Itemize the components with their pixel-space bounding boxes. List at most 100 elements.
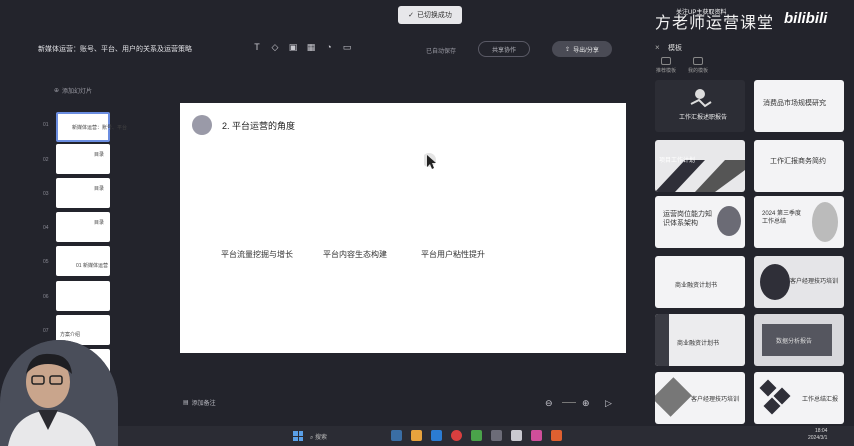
taskbar-search[interactable]: ⌕ 搜索 (310, 432, 327, 442)
chart-icon[interactable]: ◔ (323, 41, 335, 53)
thumb-text: 01 新媒体运营 (76, 263, 108, 269)
slide-decoration-circle (192, 115, 212, 135)
slide-thumbnail[interactable] (56, 281, 110, 311)
template-card[interactable]: 消费品市场规模研究 (754, 80, 844, 132)
slide-item[interactable]: 平台内容生态构建 (312, 249, 398, 261)
slide-thumbnail[interactable]: 01 新媒体运营 (56, 246, 110, 276)
template-card[interactable]: 数据分析报告 (754, 314, 844, 366)
slide-number: 01 (43, 122, 49, 128)
add-notes-button[interactable]: ▤ 添加备注 (183, 398, 216, 407)
template-card[interactable]: 商业融资计划书 (655, 314, 745, 366)
image-icon[interactable]: ▣ (287, 41, 299, 53)
template-title: 运营岗位能力知识体系架构 (663, 211, 712, 227)
close-icon[interactable]: × (655, 43, 660, 52)
shape-icon[interactable]: ◇ (269, 41, 281, 53)
slide-number: 04 (43, 225, 49, 231)
template-card[interactable]: 商业融资计划书 (655, 256, 745, 308)
notes-label: 添加备注 (191, 401, 216, 407)
runner-icon (690, 89, 712, 108)
text-icon[interactable]: T (251, 41, 263, 53)
zoom-in-icon[interactable]: ⊕ (582, 398, 590, 409)
slide-thumbnail[interactable]: 目录 (56, 212, 110, 242)
check-icon: ✓ (408, 12, 414, 19)
app-icon[interactable] (511, 430, 522, 441)
toast-text: 已切换成功 (416, 12, 452, 19)
template-card[interactable]: 工作汇报述职报告 (655, 80, 745, 132)
thumb-text: 新媒体运营：账号、平台 (72, 125, 128, 131)
zoom-out-icon[interactable]: ⊖ (545, 398, 553, 409)
decoration-shape (760, 264, 790, 300)
export-label: 导出/分享 (573, 47, 599, 54)
explorer-icon[interactable] (391, 430, 402, 441)
clock-time: 18:04 (814, 428, 828, 434)
system-clock[interactable]: 18:04 2024/3/1 (808, 428, 827, 442)
panel-title: 模板 (668, 45, 682, 52)
tab-recommended[interactable]: 推荐模板 (654, 57, 678, 74)
decoration-shape (717, 206, 741, 236)
decoration-shape (655, 160, 745, 192)
notes-icon: ▤ (183, 400, 189, 406)
template-title: 客户经理技巧培训 (790, 279, 839, 285)
search-icon: ⌕ (310, 435, 314, 441)
edge-icon[interactable] (431, 430, 442, 441)
mouse-cursor-icon (424, 153, 436, 169)
play-icon[interactable]: ▷ (605, 398, 612, 409)
tab-my-templates[interactable]: 我的模板 (684, 57, 712, 74)
slide-thumbnail[interactable]: 目录 (56, 178, 110, 208)
template-card[interactable]: 2024 第三季度工作总结 (754, 196, 844, 248)
thumb-text: 目录 (94, 220, 105, 226)
template-title: 商业融资计划书 (675, 283, 718, 289)
tab-label: 我的模板 (687, 68, 708, 74)
app-icon[interactable] (531, 430, 542, 441)
thumb-text: 方案介绍 (60, 332, 81, 338)
slide-thumbnail[interactable]: 新媒体运营：账号、平台 (56, 112, 127, 142)
decoration-shape (655, 314, 669, 366)
slide-number: 06 (43, 294, 49, 300)
slide-number: 07 (43, 328, 49, 334)
upload-icon: ⇪ (565, 46, 571, 53)
watermark-sub: 关注UP主获取资料 (676, 10, 727, 16)
taskbar (0, 426, 854, 446)
thumb-text: 目录 (94, 186, 105, 192)
slide-item[interactable]: 平台流量挖掘与增长 (214, 249, 300, 261)
template-card[interactable]: 工作总结汇报 (754, 372, 844, 424)
template-card[interactable]: 运营岗位能力知识体系架构 (655, 196, 745, 248)
browser-icon[interactable] (451, 430, 462, 441)
app-icon[interactable] (491, 430, 502, 441)
template-card[interactable]: 工作汇报商务简约 (754, 140, 844, 192)
template-title: 工作汇报商务简约 (770, 158, 826, 165)
template-title: 2024 第三季度工作总结 (762, 211, 802, 225)
plus-icon: ⊕ (54, 88, 60, 94)
app-icon[interactable] (551, 430, 562, 441)
template-card[interactable]: 项目工作计划 (655, 140, 745, 192)
template-card[interactable]: 客户经理技巧培训 (655, 372, 745, 424)
wechat-icon[interactable] (471, 430, 482, 441)
share-button[interactable]: 共享协作 (478, 41, 530, 57)
thumb-text: 目录 (94, 152, 105, 158)
insert-toolbar: T ◇ ▣ ▦ ◔ ▭ (251, 41, 353, 53)
export-button[interactable]: ⇪ 导出/分享 (552, 41, 612, 57)
slide-canvas[interactable]: 2. 平台运营的角度 平台流量挖掘与增长 平台内容生态构建 平台用户粘性提升 (180, 103, 626, 353)
add-slide-button[interactable]: ⊕ 添加幻灯片 (54, 86, 92, 95)
toast: ✓ 已切换成功 (398, 6, 462, 24)
slide-thumbnail[interactable]: 目录 (56, 144, 110, 174)
template-title: 消费品市场规模研究 (763, 100, 826, 107)
template-title: 数据分析报告 (776, 339, 813, 345)
document-title[interactable]: 新媒体运营：账号、平台、用户的关系及运营策略 (38, 44, 192, 54)
slide-title[interactable]: 2. 平台运营的角度 (222, 119, 295, 132)
template-title: 工作总结汇报 (802, 397, 839, 403)
template-icon (661, 57, 671, 65)
bilibili-logo: bilibili (784, 10, 828, 27)
windows-start-icon[interactable] (293, 431, 303, 441)
slide-number: 02 (43, 157, 49, 163)
zoom-slider[interactable] (562, 402, 576, 403)
template-title: 商业融资计划书 (677, 341, 720, 347)
app-window: ✓ 已切换成功 方老师运营课堂 关注UP主获取资料 bilibili 新媒体运营… (0, 0, 854, 446)
slide-item[interactable]: 平台用户粘性提升 (410, 249, 496, 261)
media-icon[interactable]: ▭ (341, 41, 353, 53)
folder-icon[interactable] (411, 430, 422, 441)
table-icon[interactable]: ▦ (305, 41, 317, 53)
template-card[interactable]: 客户经理技巧培训 (754, 256, 844, 308)
slide-number: 05 (43, 259, 49, 265)
folder-icon (693, 57, 703, 65)
